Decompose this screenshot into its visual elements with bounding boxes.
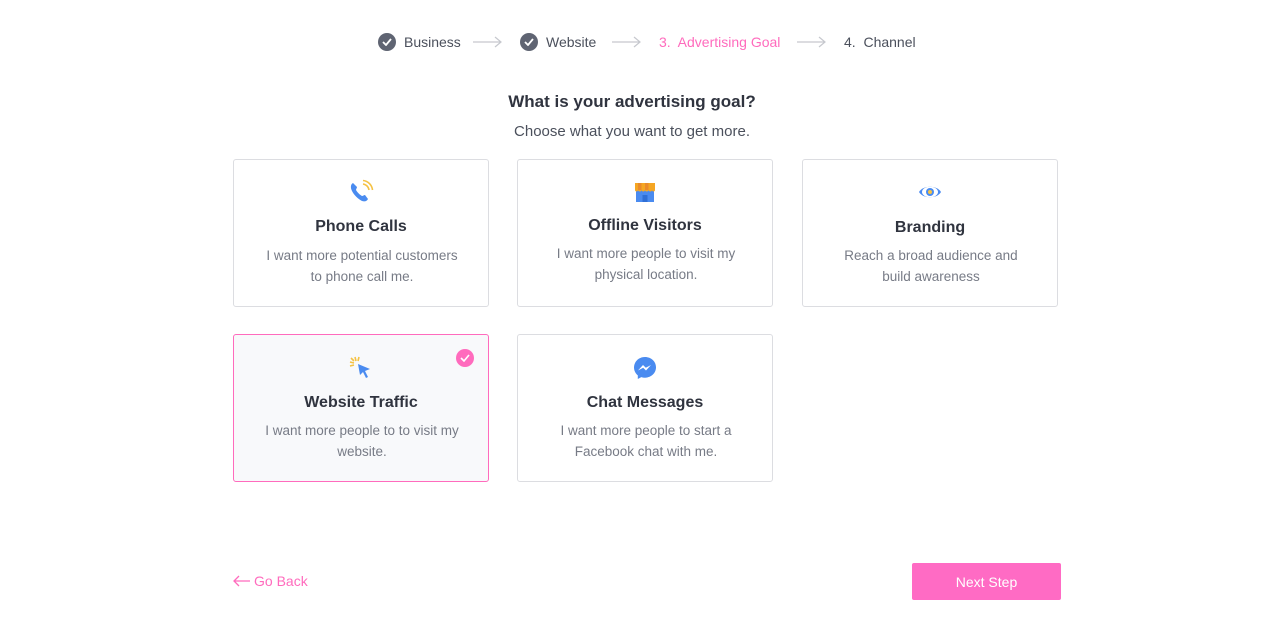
store-icon — [518, 180, 772, 206]
desc-line: website. — [337, 444, 387, 459]
goal-card-website-traffic[interactable]: Website Traffic I want more people to to… — [233, 334, 489, 482]
step-label: 4. Channel — [844, 34, 916, 50]
desc-line: I want more people to to visit my — [265, 423, 459, 438]
step-business[interactable]: Business — [378, 32, 461, 52]
arrow-right-icon — [612, 36, 641, 48]
messenger-icon — [518, 355, 772, 381]
card-description: I want more people to to visit my websit… — [256, 420, 468, 462]
check-icon — [378, 33, 396, 51]
step-website[interactable]: Website — [520, 32, 596, 52]
eye-icon — [803, 181, 1057, 207]
goal-card-chat-messages[interactable]: Chat Messages I want more people to star… — [517, 334, 773, 482]
card-title: Phone Calls — [315, 218, 407, 235]
card-title: Offline Visitors — [588, 217, 702, 234]
next-step-button[interactable]: Next Step — [912, 563, 1061, 600]
card-description: I want more potential customers to phone… — [256, 245, 468, 287]
card-description: I want more people to start a Facebook c… — [540, 420, 752, 462]
card-title: Branding — [894, 219, 966, 236]
arrow-right-icon — [797, 36, 826, 48]
desc-line: to phone call me. — [310, 269, 414, 284]
desc-line: I want more people to start a — [560, 423, 732, 438]
goal-card-offline-visitors[interactable]: Offline Visitors I want more people to v… — [517, 159, 773, 307]
card-title: Chat Messages — [586, 394, 704, 411]
goal-card-branding[interactable]: Branding Reach a broad audience and buil… — [802, 159, 1058, 307]
arrow-right-icon — [473, 36, 502, 48]
page-title: What is your advertising goal? — [508, 92, 756, 111]
phone-icon — [234, 179, 488, 205]
card-title: Website Traffic — [304, 394, 418, 411]
desc-line: I want more people to visit my — [556, 246, 736, 261]
card-description: I want more people to visit my physical … — [540, 243, 752, 285]
step-channel[interactable]: 4. Channel — [844, 32, 916, 52]
cursor-click-icon — [234, 355, 488, 381]
desc-line: I want more potential customers — [266, 248, 458, 263]
desc-line: Facebook chat with me. — [574, 444, 718, 459]
page-subtitle: Choose what you want to get more. — [514, 123, 750, 140]
desc-line: build awareness — [882, 269, 980, 284]
step-advertising-goal[interactable]: 3. Advertising Goal — [659, 32, 780, 52]
go-back-link[interactable]: Go Back — [232, 573, 308, 589]
progress-stepper: Business Website 3. Advertising Goal 4. … — [0, 32, 1264, 52]
step-label: Business — [404, 34, 461, 50]
go-back-label: Go Back — [254, 573, 308, 589]
desc-line: physical location. — [594, 267, 698, 282]
goal-card-phone-calls[interactable]: Phone Calls I want more potential custom… — [233, 159, 489, 307]
step-label: Website — [546, 34, 597, 50]
arrow-left-icon — [233, 575, 250, 587]
step-label: 3. Advertising Goal — [659, 34, 781, 50]
card-description: Reach a broad audience and build awarene… — [825, 245, 1037, 287]
desc-line: Reach a broad audience and — [844, 248, 1018, 263]
check-icon — [520, 33, 538, 51]
